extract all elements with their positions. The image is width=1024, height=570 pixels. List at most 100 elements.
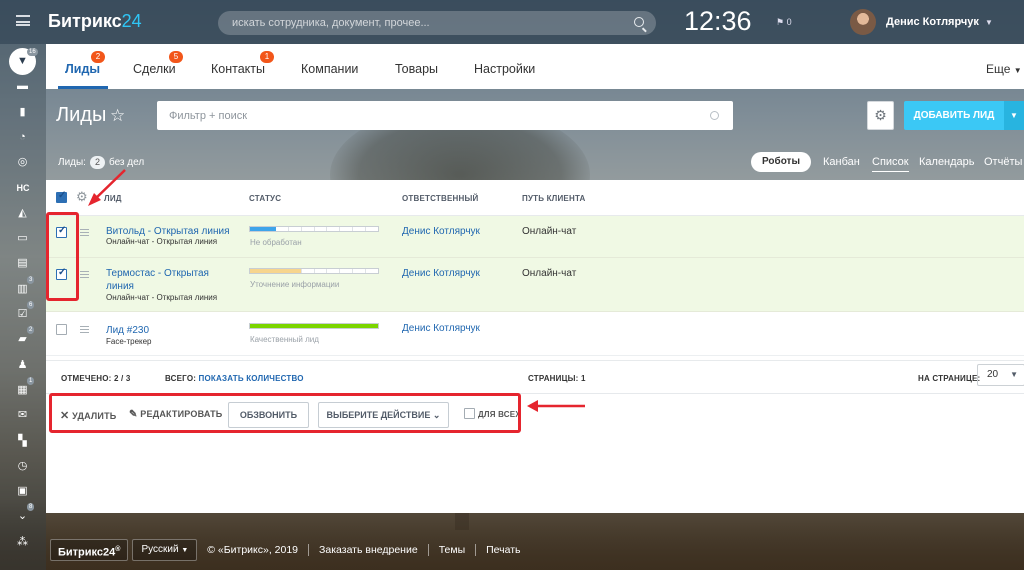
group-icon[interactable]: ♟ (16, 359, 29, 371)
clock-icon[interactable]: ◷ (16, 460, 29, 472)
apps-icon[interactable]: ▚ (16, 435, 29, 447)
tasks-icon[interactable]: ☑ (16, 308, 29, 320)
hc-icon[interactable]: НС (15, 182, 31, 194)
mail-icon[interactable]: ✉ (16, 409, 29, 421)
view-list[interactable]: Список (872, 156, 909, 172)
chevron-down-icon: ▼ (1010, 370, 1018, 379)
language-label: Русский (141, 544, 179, 555)
drag-handle-icon[interactable] (80, 271, 89, 278)
lead-source: Face-трекер (106, 337, 152, 346)
search-icon[interactable] (634, 17, 644, 27)
lead-link[interactable]: Лид #230 (106, 324, 149, 337)
sales-icon[interactable]: ◭ (16, 207, 29, 219)
responsible-link[interactable]: Денис Котлярчук (402, 323, 480, 334)
header-responsible[interactable]: ОТВЕТСТВЕННЫЙ (402, 194, 478, 203)
search-icon[interactable] (710, 111, 719, 120)
global-search[interactable] (218, 11, 656, 35)
chat-icon[interactable]: ▰ (16, 333, 29, 345)
flag-counter[interactable]: ⚑ 0 (776, 17, 792, 28)
calendar-icon[interactable]: ▦ (16, 384, 29, 396)
responsible-link[interactable]: Денис Котлярчук (402, 268, 480, 279)
per-page-select[interactable]: 20 ▼ (977, 364, 1024, 386)
tab-settings[interactable]: Настройки (474, 62, 535, 76)
selected-count: ОТМЕЧЕНО: 2 / 3 (61, 374, 131, 383)
logo[interactable]: Битрикс24 (48, 11, 142, 32)
select-all-checkbox[interactable] (56, 190, 67, 203)
responsible-link[interactable]: Денис Котлярчук (402, 226, 480, 237)
filter-input[interactable] (157, 101, 733, 130)
lead-link[interactable]: линия (106, 280, 134, 293)
add-lead-button[interactable]: ДОБАВИТЬ ЛИД (904, 101, 1004, 130)
sidebar-badge: 16 (27, 48, 38, 56)
language-select[interactable]: Русский ▼ (132, 539, 198, 561)
view-kanban[interactable]: Канбан (823, 156, 860, 168)
gear-icon: ⚙ (874, 107, 887, 123)
robots-button[interactable]: Роботы (751, 152, 811, 172)
user-name[interactable]: Денис Котлярчук (886, 16, 979, 28)
tab-deals[interactable]: Сделки (133, 62, 176, 76)
footer-divider (308, 544, 310, 556)
drive-icon[interactable]: ▣ (16, 485, 29, 497)
inbox-icon[interactable]: ▬ (16, 80, 29, 92)
filter-search[interactable] (157, 101, 733, 130)
filter-icon[interactable]: ▼ (16, 55, 29, 67)
tab-companies[interactable]: Компании (301, 62, 358, 76)
clock[interactable]: 12:36 (684, 6, 752, 37)
crm-icon[interactable]: ◔ (16, 131, 29, 143)
network-icon[interactable]: ⁂ (16, 536, 29, 548)
page-title: Лиды (56, 104, 107, 126)
annotation-arrow-icon (88, 169, 126, 206)
doc-icon[interactable]: ▥ (16, 283, 29, 295)
flag-count: 0 (786, 17, 792, 27)
tab-more[interactable]: Еще ▼ (986, 62, 1022, 76)
tab-products[interactable]: Товары (395, 62, 438, 76)
table-row[interactable]: Термостас - Открытая линия Онлайн-чат - … (46, 258, 1024, 312)
header-status[interactable]: СТАТУС (249, 194, 281, 203)
grid-footer: ОТМЕЧЕНО: 2 / 3 ВСЕГО: ПОКАЗАТЬ КОЛИЧЕСТ… (46, 360, 1024, 393)
tab-leads-badge: 2 (91, 51, 105, 63)
view-reports[interactable]: Отчёты (984, 156, 1022, 168)
status-label: Не обработан (250, 238, 302, 247)
user-menu[interactable]: Денис Котлярчук ▼ (850, 9, 993, 35)
tab-contacts[interactable]: Контакты (211, 62, 265, 76)
client-path: Онлайн-чат (522, 268, 577, 279)
print-link[interactable]: Печать (486, 544, 520, 556)
show-count-link[interactable]: ПОКАЗАТЬ КОЛИЧЕСТВО (199, 374, 304, 383)
status-progress-bar[interactable] (249, 226, 379, 232)
status-progress-bar[interactable] (249, 323, 379, 329)
more-icon[interactable]: ⌄ (16, 510, 29, 522)
pages-value[interactable]: 1 (581, 374, 586, 383)
header-path[interactable]: ПУТЬ КЛИЕНТА (522, 194, 586, 203)
per-page-value: 20 (987, 369, 999, 380)
themes-link[interactable]: Темы (439, 544, 465, 556)
lead-link[interactable]: Термостас - Открытая (106, 267, 209, 280)
view-calendar[interactable]: Календарь (919, 156, 975, 168)
row-checkbox[interactable] (56, 324, 67, 335)
star-icon[interactable]: ☆ (110, 106, 125, 126)
add-lead-dropdown[interactable]: ▼ (1004, 101, 1024, 130)
chart-icon[interactable]: ▮ (16, 106, 29, 118)
table-row[interactable]: Лид #230 Face-трекер Качественный лид Де… (46, 312, 1024, 356)
selected-label: ОТМЕЧЕНО: (61, 374, 112, 383)
target-icon[interactable]: ◎ (16, 156, 29, 168)
lead-source: Онлайн-чат - Открытая линия (106, 237, 218, 246)
tab-more-label: Еще (986, 62, 1011, 76)
drag-handle-icon[interactable] (80, 326, 89, 333)
footer-logo[interactable]: Битрикс24® (50, 539, 129, 561)
avatar[interactable] (850, 9, 876, 35)
status-label: Качественный лид (250, 335, 319, 344)
order-link[interactable]: Заказать внедрение (319, 544, 418, 556)
table-row[interactable]: Витольд - Открытая линия Онлайн-чат - От… (46, 216, 1024, 258)
chevron-down-icon: ▼ (1010, 111, 1018, 120)
store-icon[interactable]: ▤ (16, 257, 29, 269)
menu-icon[interactable] (16, 15, 30, 26)
search-input[interactable] (218, 11, 656, 35)
chevron-down-icon[interactable]: ▼ (985, 18, 993, 27)
drag-handle-icon[interactable] (80, 229, 89, 236)
status-progress-bar[interactable] (249, 268, 379, 274)
settings-button[interactable]: ⚙ (867, 101, 894, 130)
tab-leads[interactable]: Лиды (65, 62, 100, 76)
window-icon[interactable]: ▭ (16, 232, 29, 244)
status-label: Уточнение информации (250, 280, 340, 289)
page-footer: Битрикс24® Русский ▼ © «Битрикс», 2019 З… (50, 538, 521, 562)
